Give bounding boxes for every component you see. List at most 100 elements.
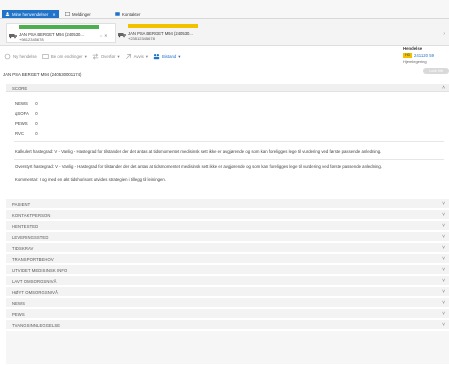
- close-icon[interactable]: ✕: [104, 33, 107, 38]
- toolbar-label: Avvis: [133, 54, 144, 59]
- section-title: TRANSPORTBEHOV: [12, 257, 54, 262]
- message-icon: [65, 12, 70, 16]
- section-news[interactable]: NEWS ˅: [6, 298, 449, 308]
- score-row: qSOFA 0: [15, 111, 38, 116]
- ambulance-icon: [9, 32, 17, 39]
- top-tab-bar: Mine henvendelser ✕ Meldinger Kontakter: [0, 0, 449, 19]
- chevron-down-icon: ˅: [442, 223, 445, 229]
- section-hentested[interactable]: HENTESTED ˅: [6, 221, 449, 231]
- section-lavt-omsorgsniva[interactable]: LAVT OMSORGSNIVÅ ˅: [6, 276, 449, 286]
- tab-mine-henvendelser[interactable]: Mine henvendelser ✕: [2, 10, 59, 18]
- section-title: TVANGSINNLEGGELSE: [12, 323, 61, 328]
- edit-icon: [42, 54, 49, 59]
- lukk-button[interactable]: Lukk fritt: [423, 68, 449, 74]
- section-title: KONTAKTPERSON: [12, 213, 51, 218]
- toolbar-label: Overfør: [100, 54, 116, 59]
- overstyrt-hastegrad: Overstyrt hastegrad: V - Vanlig - Hasteg…: [15, 164, 383, 169]
- section-kontaktperson[interactable]: KONTAKTPERSON ˅: [6, 210, 449, 220]
- chevron-down-icon: ▾: [84, 53, 87, 59]
- section-transportbehov[interactable]: TRANSPORTBEHOV ˅: [6, 254, 449, 264]
- contacts-icon: [115, 12, 120, 16]
- section-hoyt-omsorgsniva[interactable]: HØYT OMSORGSNIVÅ ˅: [6, 287, 449, 297]
- patient-card[interactable]: JAN PSA BERGET M94 (240530... +235123456…: [116, 23, 216, 43]
- chevron-down-icon: ˅: [442, 289, 445, 295]
- new-hendelse-button[interactable]: Ny hendelse: [4, 53, 37, 60]
- score-section-header[interactable]: SCORE ˄: [6, 84, 449, 92]
- pin-icon[interactable]: ⇔: [99, 33, 103, 38]
- chevron-down-icon: ▾: [117, 53, 120, 59]
- tab-label: Kontakter: [122, 11, 141, 17]
- hendelse-panel: Hendelse H3 241120 59 Hjemlegering Lukk …: [403, 46, 449, 78]
- tab-kontakter[interactable]: Kontakter: [112, 10, 143, 18]
- chevron-down-icon: ˅: [442, 234, 445, 240]
- section-title: NEWS: [12, 301, 25, 306]
- section-title: TIDSKRAV: [12, 246, 34, 251]
- score-row: RVC 0: [15, 131, 38, 136]
- chevron-down-icon: ˅: [442, 278, 445, 284]
- assistance-button[interactable]: Bistand ▾: [153, 53, 181, 60]
- section-tidskrav[interactable]: TIDSKRAV ˅: [6, 243, 449, 253]
- chevron-down-icon: ▾: [145, 53, 148, 59]
- chevron-down-icon: ▾: [178, 53, 181, 59]
- section-title: PASIENT: [12, 202, 31, 207]
- section-pews[interactable]: PEWS ˅: [6, 309, 449, 319]
- close-icon[interactable]: ✕: [52, 12, 55, 17]
- toolbar-label: Be om endringer: [50, 54, 83, 59]
- score-key: RVC: [15, 131, 24, 136]
- section-title: UTVIDET MEDISINSK INFO: [12, 268, 68, 273]
- transfer-button[interactable]: Overfør ▾: [92, 53, 120, 60]
- toolbar-label: Ny hendelse: [13, 54, 37, 59]
- hendelse-number-link[interactable]: 241120 59: [414, 53, 434, 58]
- toolbar-label: Bistand: [161, 54, 177, 59]
- hendelse-heading: Hendelse: [403, 46, 423, 51]
- tab-meldinger[interactable]: Meldinger: [62, 10, 94, 18]
- patient-cards-bar: JAN PSA BERGET M94 (240530... +981234567…: [0, 19, 449, 46]
- chevron-down-icon: ˅: [442, 311, 445, 317]
- card-phone: +9812345678: [19, 37, 44, 42]
- chevron-down-icon: ˅: [442, 300, 445, 306]
- chevron-right-icon[interactable]: ›: [443, 31, 445, 37]
- hendelse-status: Hjemlegering: [403, 59, 427, 64]
- score-key: qSOFA: [15, 111, 29, 116]
- chevron-up-icon: ˄: [442, 85, 445, 91]
- request-changes-button[interactable]: Be om endringer ▾: [42, 53, 87, 60]
- score-panel: NEWS 0 qSOFA 0 PEWS 0 RVC 0 Kalkulert ha…: [6, 92, 449, 190]
- score-row: NEWS 0: [15, 101, 38, 106]
- section-tvangsinnleggelse[interactable]: TVANGSINNLEGGELSE ˅: [6, 320, 449, 330]
- score-value: 0: [35, 121, 38, 126]
- section-title: PEWS: [12, 312, 25, 317]
- priority-badge: H3: [403, 53, 412, 58]
- section-title: HØYT OMSORGSNIVÅ: [12, 290, 58, 295]
- divider: [14, 141, 444, 142]
- reject-icon: [125, 54, 131, 59]
- section-pasient[interactable]: PASIENT ˅: [6, 199, 449, 209]
- reject-button[interactable]: Avvis ▾: [125, 53, 148, 60]
- score-value: 0: [35, 101, 38, 106]
- score-value: 0: [35, 111, 38, 116]
- chevron-down-icon: ˅: [442, 256, 445, 262]
- section-title: LEVERINGSSTED: [12, 235, 49, 240]
- divider: [14, 159, 444, 160]
- chevron-down-icon: ˅: [442, 267, 445, 273]
- card-actions: ⇔ ✕: [99, 33, 107, 38]
- chevron-down-icon: ˅: [442, 212, 445, 218]
- chevron-down-icon: ˅: [442, 322, 445, 328]
- section-utvidet-medisinsk-info[interactable]: UTVIDET MEDISINSK INFO ˅: [6, 265, 449, 275]
- tab-label: Meldinger: [72, 11, 91, 17]
- score-key: PEWS: [15, 121, 28, 126]
- kommentar: Kommentar: I og med en økt tidshorisont …: [15, 177, 166, 182]
- people-icon: [153, 53, 160, 60]
- person-icon: [5, 12, 10, 16]
- chevron-down-icon: ˅: [442, 201, 445, 207]
- card-phone: +23512345678: [128, 36, 155, 41]
- score-value: 0: [35, 131, 38, 136]
- kalkulert-hastegrad: Kalkulert hastegrad: V - Vanlig - Hasteg…: [15, 149, 382, 154]
- section-title: HENTESTED: [12, 224, 39, 229]
- section-title: LAVT OMSORGSNIVÅ: [12, 279, 57, 284]
- section-leveringssted[interactable]: LEVERINGSSTED ˅: [6, 232, 449, 242]
- section-title: SCORE: [12, 86, 28, 91]
- patient-card[interactable]: JAN PSA BERGET M94 (240530... +981234567…: [6, 23, 116, 43]
- score-key: NEWS: [15, 101, 28, 106]
- section-more: [6, 331, 449, 365]
- ambulance-icon: [118, 31, 126, 38]
